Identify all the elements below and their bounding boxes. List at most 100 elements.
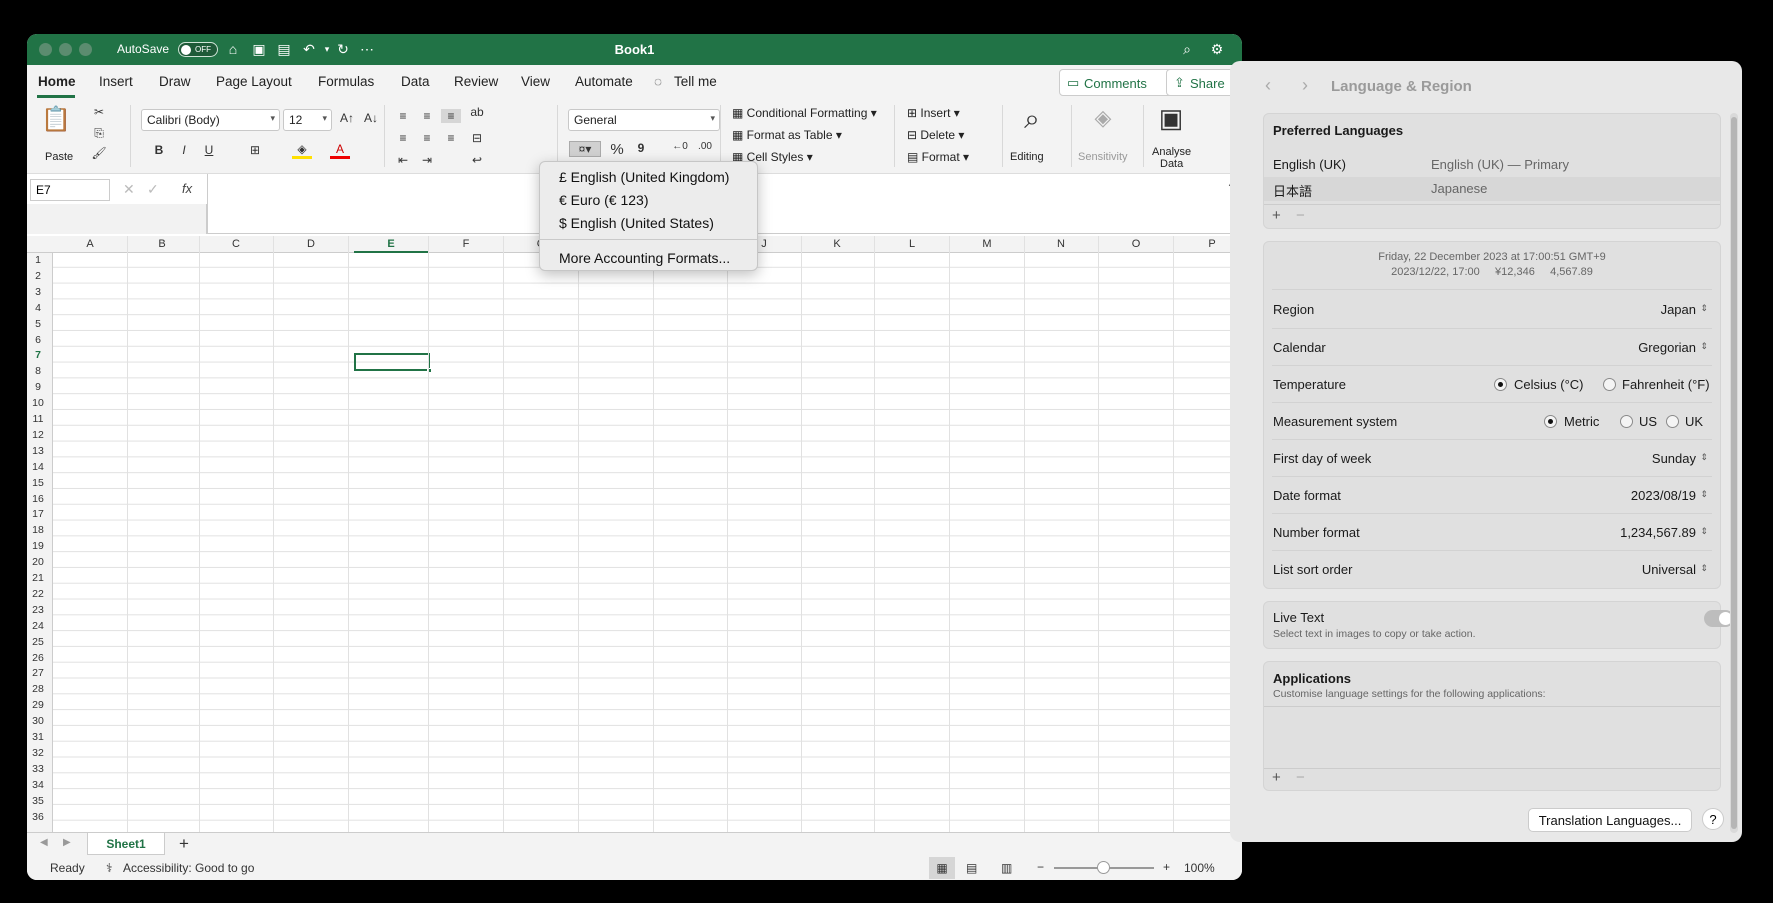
decrease-decimal-icon[interactable]: .00 [695, 141, 715, 152]
decrease-font-icon[interactable]: A↓ [361, 111, 381, 125]
translation-languages-button[interactable]: Translation Languages... [1528, 808, 1692, 832]
row-header[interactable]: 23 [27, 604, 49, 616]
decrease-indent-icon[interactable]: ⇤ [393, 153, 413, 167]
paste-icon[interactable]: 📋 [41, 105, 71, 134]
calendar-stepper-icon[interactable]: ⇕ [1700, 341, 1708, 352]
row-header[interactable]: 32 [27, 747, 49, 759]
cut-icon[interactable]: ✂ [89, 105, 109, 119]
date-format-stepper-icon[interactable]: ⇕ [1700, 489, 1708, 500]
row-header[interactable]: 31 [27, 731, 49, 743]
row-header[interactable]: 28 [27, 683, 49, 695]
row-header[interactable]: 14 [27, 461, 49, 473]
font-size-select[interactable]: 12 ▾ [283, 109, 332, 131]
celsius-radio[interactable] [1494, 378, 1507, 391]
page-layout-view-icon[interactable]: ▤ [966, 861, 977, 875]
celsius-label[interactable]: Celsius (°C) [1514, 377, 1583, 392]
row-header[interactable]: 35 [27, 795, 49, 807]
row-header[interactable]: 21 [27, 572, 49, 584]
column-header[interactable]: D [274, 238, 348, 250]
font-color-icon[interactable]: A [330, 142, 350, 159]
metric-label[interactable]: Metric [1564, 414, 1599, 429]
row-header[interactable]: 20 [27, 556, 49, 568]
uk-label[interactable]: UK [1685, 414, 1703, 429]
insert-cells-button[interactable]: ⊞ Insert ▾ [907, 106, 960, 120]
settings-scrollbar[interactable] [1730, 113, 1738, 833]
row-header[interactable]: 3 [27, 286, 49, 298]
align-bottom-icon[interactable]: ≡ [441, 109, 461, 123]
zoom-out-icon[interactable]: − [1037, 860, 1044, 874]
sensitivity-button[interactable]: Sensitivity [1078, 151, 1128, 163]
fahrenheit-radio[interactable] [1603, 378, 1616, 391]
add-sheet-icon[interactable]: + [179, 834, 189, 854]
page-break-view-icon[interactable]: ▥ [1001, 861, 1012, 875]
tab-review[interactable]: Review [454, 74, 498, 89]
date-format-select[interactable]: 2023/08/19 [1631, 488, 1696, 503]
us-label[interactable]: US [1639, 414, 1657, 429]
row-header[interactable]: 17 [27, 508, 49, 520]
row-header[interactable]: 30 [27, 715, 49, 727]
spreadsheet-grid[interactable]: ABCDEFGHIJKLMNOP 12345678910111213141516… [27, 236, 1242, 832]
format-cells-button[interactable]: ▤ Format ▾ [907, 150, 969, 164]
column-header[interactable]: B [125, 238, 199, 250]
tab-formulas[interactable]: Formulas [318, 74, 374, 89]
editing-search-icon[interactable]: ⌕ [1012, 103, 1052, 136]
metric-radio[interactable] [1544, 415, 1557, 428]
borders-icon[interactable]: ⊞ [245, 143, 265, 157]
column-header[interactable]: N [1024, 238, 1098, 250]
zoom-slider-thumb[interactable] [1097, 861, 1110, 874]
fill-color-icon[interactable]: ◈ [292, 142, 312, 159]
row-header[interactable]: 22 [27, 588, 49, 600]
column-header[interactable]: L [875, 238, 949, 250]
name-box[interactable]: E7 [30, 179, 110, 201]
tab-automate[interactable]: Automate [575, 74, 633, 89]
increase-decimal-icon[interactable]: ←0 [670, 141, 690, 152]
row-header[interactable]: 13 [27, 445, 49, 457]
percent-button[interactable]: % [607, 141, 627, 158]
column-header[interactable]: F [429, 238, 503, 250]
align-center-icon[interactable]: ≡ [417, 131, 437, 145]
wrap-text-icon[interactable]: ↩ [467, 153, 487, 167]
row-header[interactable]: 36 [27, 811, 49, 823]
delete-cells-button[interactable]: ⊟ Delete ▾ [907, 128, 964, 142]
row-header[interactable]: 18 [27, 524, 49, 536]
menu-item-usd[interactable]: $ English (United States) [559, 215, 714, 231]
analyse-data-label-2[interactable]: Data [1160, 158, 1183, 170]
cancel-icon[interactable]: ✕ [123, 181, 135, 198]
calendar-select[interactable]: Gregorian [1638, 340, 1696, 355]
row-header[interactable]: 7 [27, 349, 49, 361]
row-header[interactable]: 27 [27, 667, 49, 679]
analyse-data-label-1[interactable]: Analyse [1152, 146, 1191, 158]
accounting-format-button[interactable]: ¤▾ [569, 141, 601, 157]
us-radio[interactable] [1620, 415, 1633, 428]
row-header[interactable]: 8 [27, 365, 49, 377]
font-name-select[interactable]: Calibri (Body) ▾ [141, 109, 280, 131]
comments-button[interactable]: ▭ Comments [1059, 69, 1173, 96]
column-header[interactable]: M [950, 238, 1024, 250]
merge-icon[interactable]: ⊟ [467, 131, 487, 145]
sort-order-select[interactable]: Universal [1642, 562, 1696, 577]
tab-insert[interactable]: Insert [99, 74, 133, 89]
orientation-icon[interactable]: ab [467, 105, 487, 119]
align-middle-icon[interactable]: ≡ [417, 109, 437, 123]
back-icon[interactable]: ‹ [1265, 75, 1271, 96]
next-sheet-icon[interactable]: ▶ [63, 837, 71, 848]
tab-page-layout[interactable]: Page Layout [216, 74, 292, 89]
align-left-icon[interactable]: ≡ [393, 131, 413, 145]
enter-icon[interactable]: ✓ [147, 181, 159, 198]
remove-language-icon[interactable]: − [1296, 207, 1305, 224]
bold-button[interactable]: B [149, 143, 169, 157]
increase-indent-icon[interactable]: ⇥ [417, 153, 437, 167]
row-header[interactable]: 4 [27, 302, 49, 314]
help-button[interactable]: ? [1702, 808, 1724, 830]
menu-item-gbp[interactable]: £ English (United Kingdom) [559, 169, 729, 185]
tab-draw[interactable]: Draw [159, 74, 191, 89]
region-stepper-icon[interactable]: ⇕ [1700, 303, 1708, 314]
tell-me-field[interactable]: Tell me [674, 74, 717, 89]
align-right-icon[interactable]: ≡ [441, 131, 461, 145]
normal-view-icon[interactable]: ▦ [929, 857, 955, 879]
row-header[interactable]: 10 [27, 397, 49, 409]
row-header[interactable]: 16 [27, 493, 49, 505]
share-button[interactable]: ⇪ Share [1166, 69, 1234, 96]
menu-item-more-accounting[interactable]: More Accounting Formats... [559, 250, 730, 266]
account-icon[interactable]: ⚙ [1207, 39, 1227, 59]
